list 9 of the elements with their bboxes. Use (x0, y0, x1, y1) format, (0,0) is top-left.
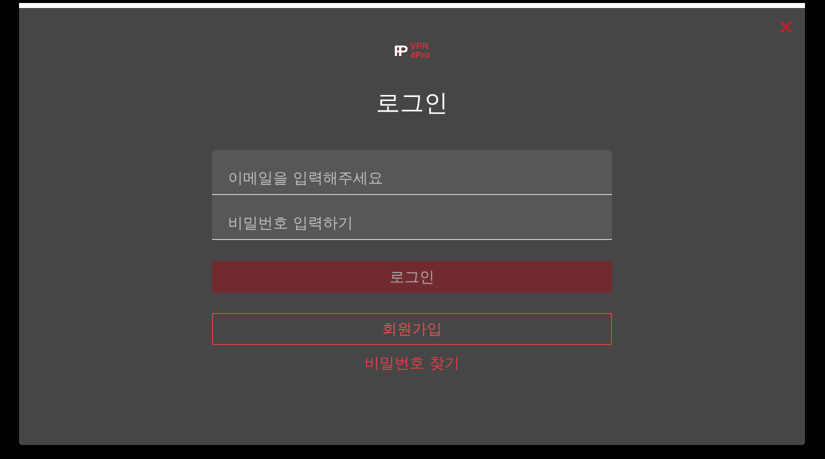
logo-monogram: FP (394, 42, 405, 60)
text-input[interactable]: 이메일을 입력해주세요 (212, 150, 612, 194)
dialog-title: 로그인 (376, 88, 448, 118)
logo-text: 4Pro (410, 51, 430, 60)
text-input[interactable]: 비밀번호 입력하기 (212, 195, 612, 239)
close-icon (780, 21, 792, 33)
forgot-password-link[interactable]: 비밀번호 찾기 (364, 354, 460, 373)
logo-text: VPN (410, 42, 430, 51)
signup-button[interactable]: 회원가입 (212, 313, 612, 345)
